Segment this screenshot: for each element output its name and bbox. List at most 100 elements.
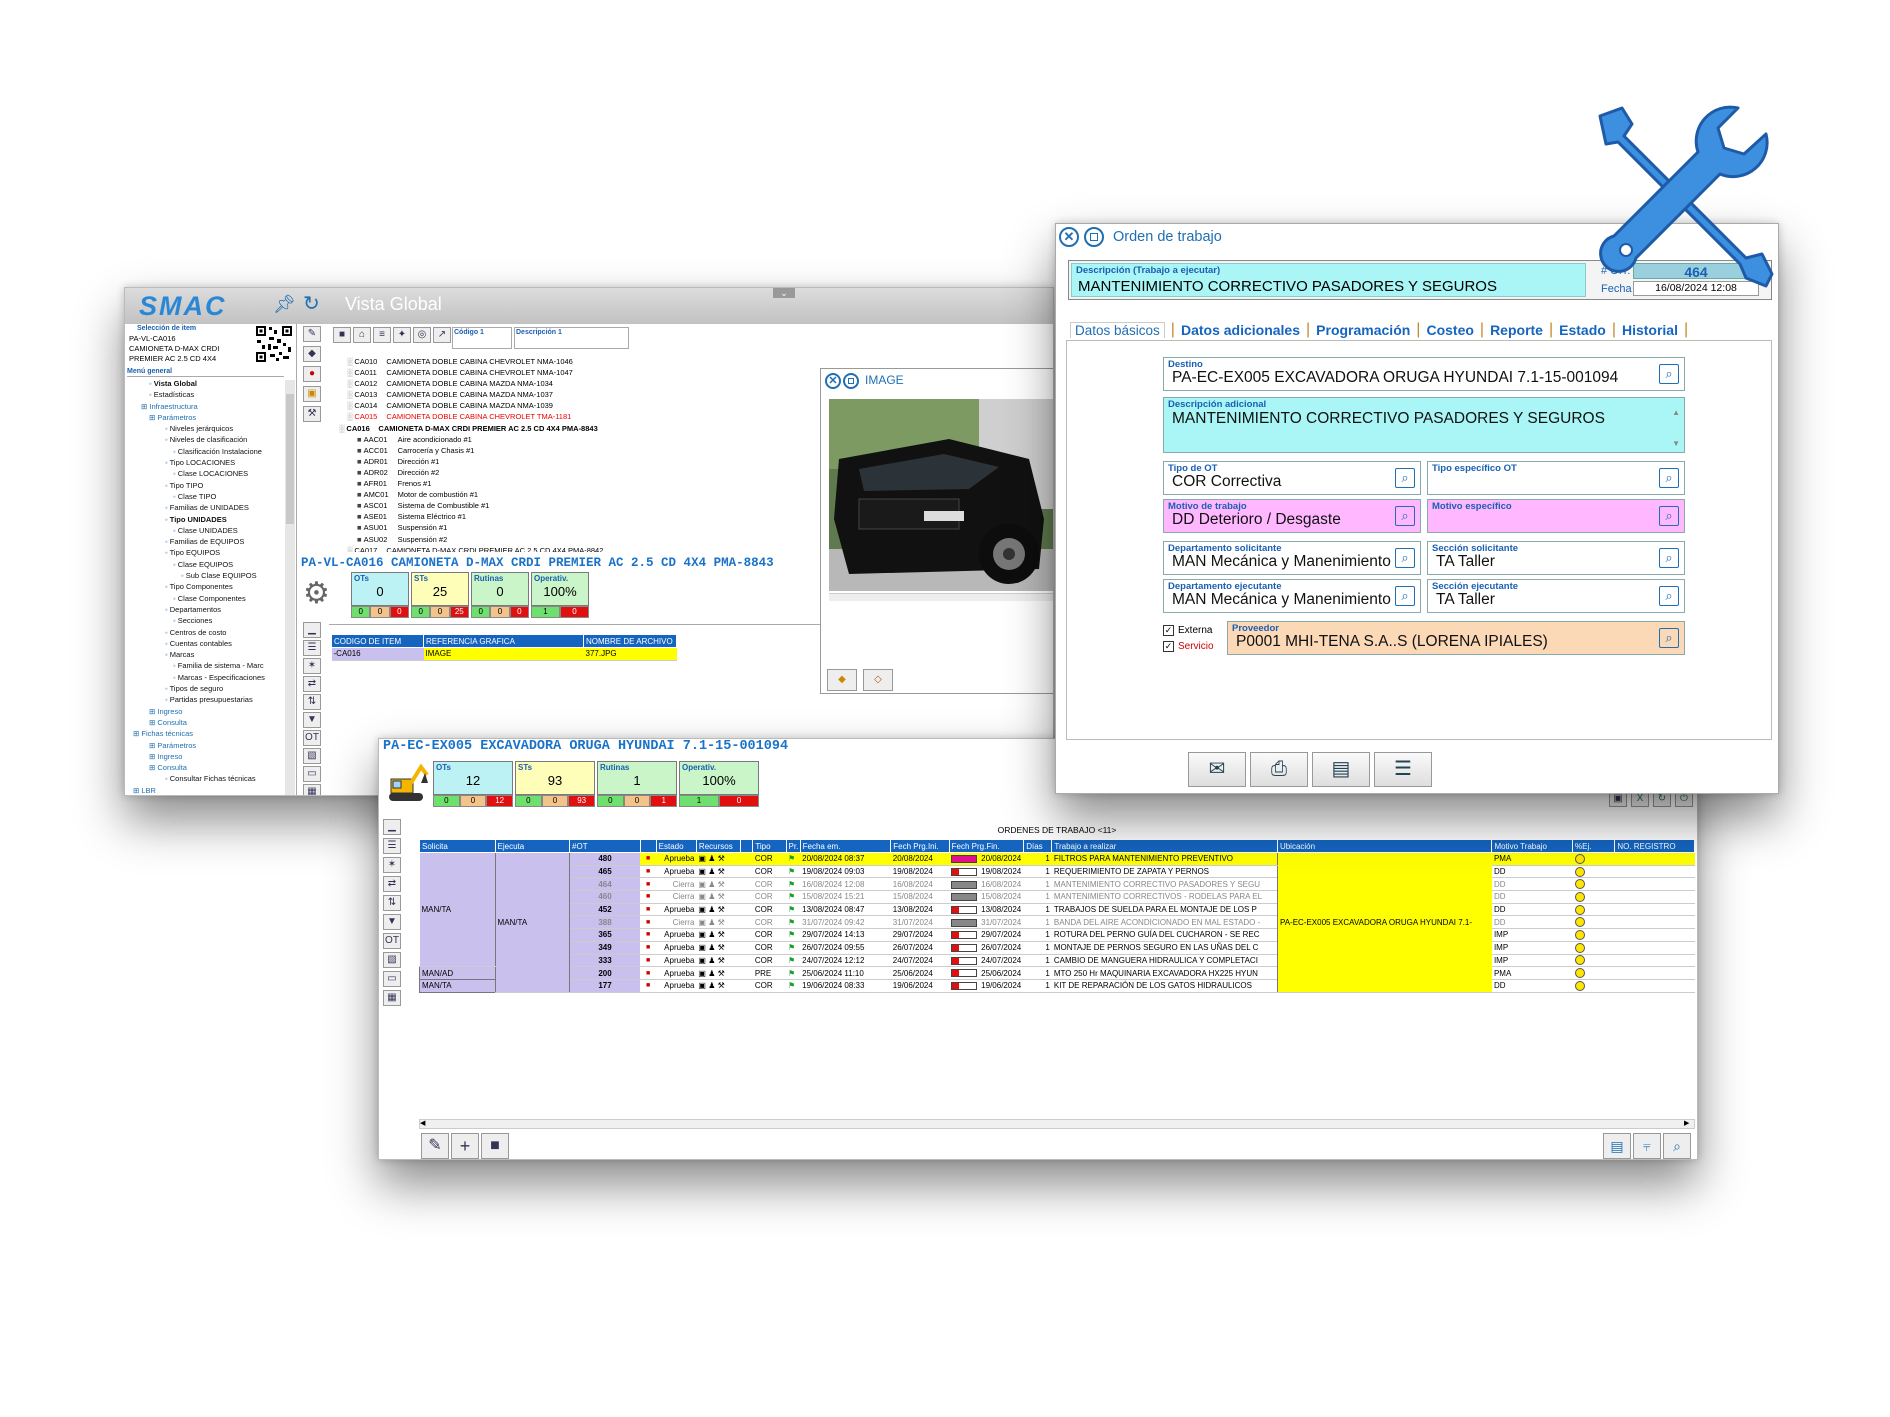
scroll-up-icon[interactable]: ▲ <box>1672 408 1680 417</box>
lookup-icon[interactable]: ⌕ <box>1659 506 1679 526</box>
menu-item[interactable]: ⊞ Ingreso <box>127 706 284 717</box>
menu-item[interactable]: ◦ Marcas <box>127 649 284 660</box>
table-row[interactable]: 465 ■ Aprueba ▣ ♟ ⚒ COR ⚑ 19/08/2024 09:03 19/0… <box>420 865 1695 879</box>
tab-programacion[interactable]: Programación <box>1316 322 1410 338</box>
column-header[interactable]: %Ej. <box>1572 839 1616 853</box>
menu-item[interactable]: ◦ Secciones <box>127 615 284 626</box>
column-header[interactable]: Solicita <box>419 839 496 853</box>
menu-item[interactable]: ⊞ Infraestructura <box>127 401 284 412</box>
table-row[interactable]: 452 ■ Aprueba ▣ ♟ ⚒ COR ⚑ 13/08/2024 08:47 13/0… <box>420 903 1695 917</box>
hierarchy-icon[interactable]: ≡ <box>373 327 391 343</box>
edit-icon[interactable]: ✎ <box>303 326 321 342</box>
kpi-sts[interactable]: STs 25 0 0 25 <box>411 572 469 618</box>
filter-r-icon[interactable]: ⇄ <box>383 876 401 892</box>
doc-icon[interactable]: ▭ <box>303 766 321 782</box>
filter-icon[interactable]: ▼ <box>303 712 321 728</box>
tree-row[interactable]: ░ CA013 CAMIONETA DOBLE CABINA MAZDA NMA-… <box>333 389 853 400</box>
servicio-checkbox[interactable]: ✓ <box>1163 641 1174 652</box>
table-row[interactable]: MAN/TA MAN/TA 480 ■ Aprueba ▣ ♟ ⚒ COR ⚑ 20/08/20… <box>419 852 1695 993</box>
horizontal-scrollbar[interactable]: ◀ ▶ <box>419 1119 1695 1129</box>
delete-icon[interactable]: ■ <box>481 1133 509 1159</box>
kpi-ots[interactable]: OTs 12 0 0 12 <box>433 761 514 807</box>
motivo-especifico-field[interactable]: Motivo específico ⌕ <box>1427 499 1685 533</box>
truck-icon[interactable]: ■ <box>333 327 351 343</box>
column-header[interactable]: #OT <box>569 839 641 853</box>
tipo-ot-field[interactable]: Tipo de OT COR Correctiva ⌕ <box>1163 461 1421 495</box>
building-icon[interactable]: ⌂ <box>353 327 371 343</box>
link-icon[interactable]: ↗ <box>433 327 451 343</box>
ot-icon[interactable]: OT <box>383 933 401 949</box>
tree-row[interactable]: ░ CA015 CAMIONETA DOBLE CABINA CHEVROLET … <box>333 411 853 422</box>
doc-icon[interactable]: ▭ <box>383 971 401 987</box>
lookup-icon[interactable]: ⌕ <box>1659 548 1679 568</box>
departamento-solicitante-field[interactable]: Departamento solicitante MAN Mecánica y … <box>1163 541 1421 575</box>
send-mail-button[interactable]: ✉ <box>1188 752 1246 787</box>
tab-estado[interactable]: Estado <box>1559 322 1606 338</box>
column-header[interactable]: Fech Prg.Fin. <box>948 839 1025 853</box>
menu-item[interactable]: ◦ Departamentos <box>127 604 284 615</box>
menu-item[interactable]: ◦ Tipo TIPO <box>127 480 284 491</box>
tree-row[interactable]: ░ CA016 CAMIONETA D-MAX CRDI PREMIER AC 2… <box>333 423 853 434</box>
wand-icon[interactable]: ✶ <box>383 857 401 873</box>
tree-row[interactable]: ░ CA011 CAMIONETA DOBLE CABINA CHEVROLET … <box>333 367 853 378</box>
lookup-icon[interactable]: ⌕ <box>1659 586 1679 606</box>
pin-icon[interactable]: 📌︎ <box>273 294 296 315</box>
components-icon[interactable]: ▣ <box>303 386 321 402</box>
kpi-ots[interactable]: OTs 0 0 0 0 <box>351 572 409 618</box>
proveedor-field[interactable]: Proveedor P0001 MHI-TENA S.A..S (LORENA … <box>1227 621 1685 655</box>
column-header[interactable]: Días <box>1023 839 1053 853</box>
table-row[interactable]: 349 ■ Aprueba ▣ ♟ ⚒ COR ⚑ 26/07/2024 09:55 26/0… <box>420 941 1695 955</box>
table-row[interactable]: 365 ■ Aprueba ▣ ♟ ⚒ COR ⚑ 29/07/2024 14:13 29/0… <box>420 928 1695 942</box>
tag-add-icon[interactable]: ◆ <box>827 669 857 691</box>
filter-t-icon[interactable]: ⇅ <box>383 895 401 911</box>
cube-icon[interactable]: ▧ <box>383 952 401 968</box>
menu-item[interactable]: ◦ Clase LOCACIONES <box>127 468 284 479</box>
checklist-button[interactable]: ☰ <box>1374 752 1432 787</box>
menu-item[interactable]: ⊞ LBR <box>127 785 284 795</box>
menu-item[interactable]: ◦ Tipos de seguro <box>127 683 284 694</box>
list-icon[interactable]: ☰ <box>303 640 321 656</box>
column-header[interactable]: Fecha em. <box>799 839 892 853</box>
column-header[interactable]: Ejecuta <box>494 839 571 853</box>
column-header[interactable]: Motivo Trabajo <box>1491 839 1574 853</box>
column-header[interactable]: Ubicación <box>1276 839 1493 853</box>
menu-item[interactable]: ◦ Clase EQUIPOS <box>127 559 284 570</box>
lookup-icon[interactable]: ⌕ <box>1395 586 1415 606</box>
lookup-icon[interactable]: ⌕ <box>1395 468 1415 488</box>
lookup-icon[interactable]: ⌕ <box>1659 628 1679 648</box>
tree-row[interactable]: ■ ADR01 Dirección #1 <box>333 456 853 467</box>
tab-historial[interactable]: Historial <box>1622 322 1678 338</box>
collapse-handle-icon[interactable]: ⌄ <box>773 288 795 298</box>
menu-item[interactable]: ◦ Niveles jerárquicos <box>127 423 284 434</box>
lookup-icon[interactable]: ⌕ <box>1395 506 1415 526</box>
externa-checkbox[interactable]: ✓ <box>1163 625 1174 636</box>
menu-item[interactable]: ◦ Tipo UNIDADES <box>127 514 284 525</box>
menu-item[interactable]: ◦ Niveles de clasificación <box>127 434 284 445</box>
menu-item[interactable]: ⊞ Parámetros <box>127 412 284 423</box>
menu-item[interactable]: ◦ Estadísticas <box>127 389 284 400</box>
destino-field[interactable]: Destino PA-EC-EX005 EXCAVADORA ORUGA HYU… <box>1163 357 1685 391</box>
lookup-icon[interactable]: ⌕ <box>1659 364 1679 384</box>
image-scrollbar[interactable] <box>829 593 1053 601</box>
tab-reporte[interactable]: Reporte <box>1490 322 1543 338</box>
menu-item[interactable]: ⊞ Fichas técnicas <box>127 728 284 739</box>
close-icon[interactable]: ✕ <box>825 373 841 389</box>
chart-icon[interactable]: ▁ <box>303 622 321 638</box>
form-view-icon[interactable]: ▤ <box>1603 1133 1631 1159</box>
filter-icon[interactable]: ▼ <box>383 914 401 930</box>
externa-checkbox-row[interactable]: ✓ Externa <box>1163 625 1212 636</box>
descripcion-filter[interactable]: Descripción 1 <box>514 327 629 349</box>
tree-row[interactable]: ■ AAC01 Aire acondicionado #1 <box>333 434 853 445</box>
close-icon[interactable]: ✕ <box>1059 227 1079 247</box>
menu-item[interactable]: ◦ Tipo Componentes <box>127 581 284 592</box>
tree-row[interactable]: ■ ADR02 Dirección #2 <box>333 467 853 478</box>
departamento-ejecutante-field[interactable]: Departamento ejecutante MAN Mecánica y M… <box>1163 579 1421 613</box>
column-header[interactable]: Recursos <box>695 839 742 853</box>
location-pin-icon[interactable]: ● <box>303 366 321 382</box>
tree-row[interactable]: ░ CA012 CAMIONETA DOBLE CABINA MAZDA NMA-… <box>333 378 853 389</box>
menu-item[interactable]: ◦ Clase UNIDADES <box>127 525 284 536</box>
kpi-operativ[interactable]: Operativ. 100% 1 0 <box>531 572 589 618</box>
menu-item[interactable]: ⊞ Consulta <box>127 762 284 773</box>
kpi-operativ[interactable]: Operativ. 100% 1 0 <box>679 761 759 807</box>
tree-row[interactable]: ■ AMC01 Motor de combustión #1 <box>333 489 853 500</box>
